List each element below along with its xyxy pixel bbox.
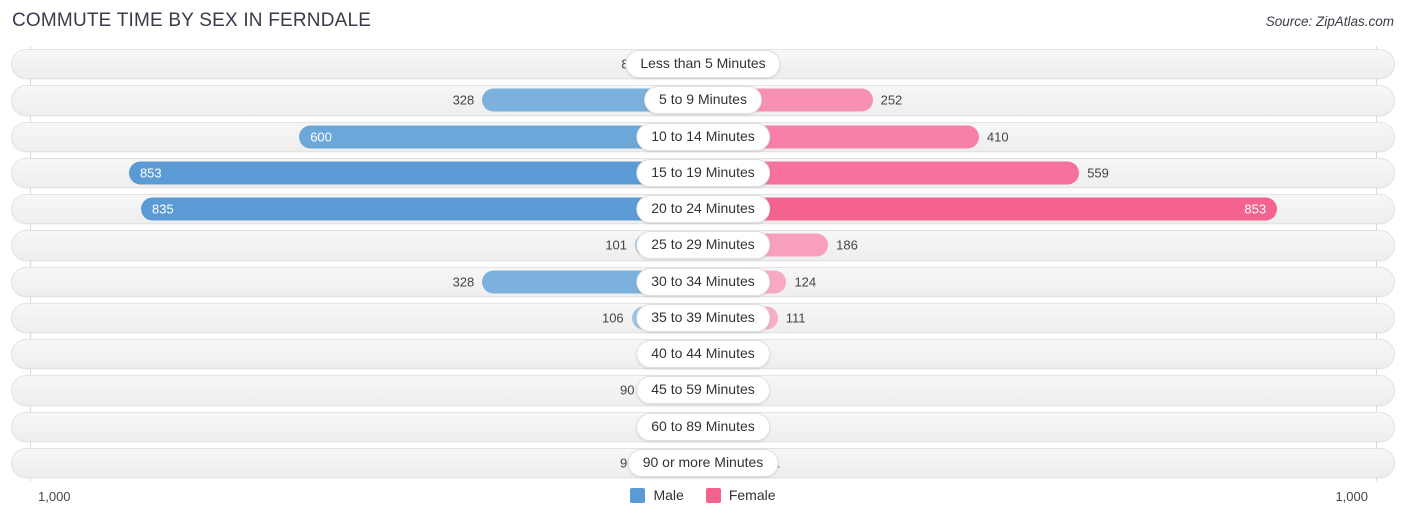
legend-item[interactable]: Female (705, 487, 776, 503)
bar-row: 546160 to 89 Minutes (0, 409, 1406, 445)
bar-row: 106 111 35 to 39 Minutes (0, 300, 1406, 336)
legend-swatch-icon (630, 487, 646, 503)
category-label: 20 to 24 Minutes (636, 195, 770, 224)
category-label: 40 to 44 Minutes (636, 340, 770, 369)
bar-row: 908190 or more Minutes (0, 445, 1406, 481)
male-value-label: 101 (605, 237, 628, 253)
bar-row: 328 252 5 to 9 Minutes (0, 82, 1406, 118)
category-label: Less than 5 Minutes (625, 50, 781, 79)
legend-label: Male (653, 487, 684, 503)
female-half: 853 (703, 197, 1376, 221)
male-value-label: 328 (452, 274, 475, 290)
category-label: 5 to 9 Minutes (644, 86, 762, 115)
male-value-label: 600 (310, 129, 332, 145)
male-half: 853 (30, 161, 703, 185)
female-value-label: 410 (986, 129, 1009, 145)
bar-row: 8853Less than 5 Minutes (0, 46, 1406, 82)
male-half: 106 (30, 306, 703, 330)
category-label: 35 to 39 Minutes (636, 303, 770, 332)
female-half: 124 (703, 270, 1376, 294)
female-half: 81 (703, 451, 1376, 475)
male-value-label: 853 (139, 165, 162, 181)
female-half: 111 (703, 306, 1376, 330)
female-value-label: 559 (1087, 165, 1109, 181)
male-value-label: 328 (452, 92, 475, 108)
female-value-label: 111 (785, 310, 806, 326)
bar-row: 90 6245 to 59 Minutes (0, 372, 1406, 408)
male-half: 835 (30, 197, 703, 221)
female-half: 53 (703, 52, 1376, 76)
chart-legend: Male Female (0, 487, 1406, 503)
female-half: 252 (703, 88, 1376, 112)
female-bar[interactable]: 853 (703, 197, 1278, 221)
category-label: 10 to 14 Minutes (636, 122, 770, 151)
source-attribution: Source: ZipAtlas.com (1265, 14, 1394, 29)
female-value-label: 252 (880, 92, 903, 108)
bar-rows-container: 8853Less than 5 Minutes 328 252 5 to 9 Minu… (0, 46, 1406, 481)
category-label: 45 to 59 Minutes (636, 376, 770, 405)
male-half: 328 (30, 270, 703, 294)
male-bar[interactable]: 835 (141, 197, 703, 221)
male-value-label: 835 (152, 201, 174, 217)
category-label: 60 to 89 Minutes (636, 412, 770, 441)
male-value-label: 90 (619, 382, 635, 398)
female-half: 410 (703, 125, 1376, 149)
category-label: 15 to 19 Minutes (636, 158, 770, 187)
female-value-label: 124 (794, 274, 817, 290)
category-label: 30 to 34 Minutes (636, 267, 770, 296)
bar-row: 328 124 30 to 34 Minutes (0, 264, 1406, 300)
male-half: 90 (30, 378, 703, 402)
chart-footer: 1,000 1,000 Male Female (0, 481, 1406, 523)
bar-row: 101 186 25 to 29 Minutes (0, 227, 1406, 263)
bar-row: 853 559 15 to 19 Minutes (0, 155, 1406, 191)
female-half: 0 (703, 342, 1376, 366)
male-half: 101 (30, 233, 703, 257)
male-half: 88 (30, 52, 703, 76)
female-half: 186 (703, 233, 1376, 257)
female-half: 62 (703, 378, 1376, 402)
male-value-label: 106 (601, 310, 624, 326)
female-value-label: 853 (1244, 201, 1267, 217)
legend-label: Female (728, 487, 776, 503)
bar-row: 13040 to 44 Minutes (0, 336, 1406, 372)
page-title: COMMUTE TIME BY SEX IN FERNDALE (12, 10, 372, 31)
category-label: 25 to 29 Minutes (636, 231, 770, 260)
male-half: 90 (30, 451, 703, 475)
bar-row: 600 410 10 to 14 Minutes (0, 119, 1406, 155)
male-half: 13 (30, 342, 703, 366)
legend-item[interactable]: Male (630, 487, 684, 503)
female-half: 61 (703, 415, 1376, 439)
legend-swatch-icon (705, 487, 721, 503)
male-half: 600 (30, 125, 703, 149)
chart-header: COMMUTE TIME BY SEX IN FERNDALE Source: … (0, 0, 1406, 46)
bar-row: 835 853 20 to 24 Minutes (0, 191, 1406, 227)
male-half: 328 (30, 88, 703, 112)
category-label: 90 or more Minutes (627, 448, 779, 477)
female-value-label: 186 (836, 237, 858, 253)
male-half: 54 (30, 415, 703, 439)
male-bar[interactable]: 853 (128, 161, 703, 185)
female-half: 559 (703, 161, 1376, 185)
chart-plot-area: 8853Less than 5 Minutes 328 252 5 to 9 Minu… (0, 46, 1406, 481)
